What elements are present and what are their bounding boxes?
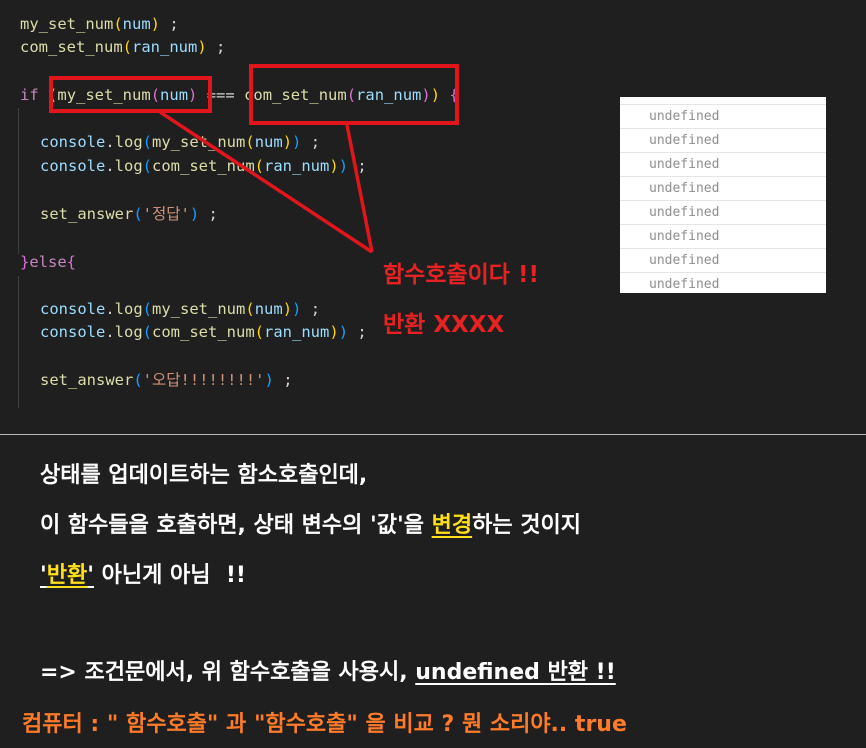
indent-guide — [18, 108, 19, 254]
note-line-3: '반환' 아닌게 아님 !! — [40, 557, 246, 589]
note-text: => 조건문에서, 위 함수호출을 사용시, — [40, 660, 416, 685]
highlight-box-right-call — [249, 64, 459, 125]
indent-guide — [18, 276, 19, 408]
highlight-box-left-call — [49, 76, 212, 113]
code-line-log-4: console.log(com_set_num(ran_num)) ; — [40, 323, 367, 341]
code-line-log-1: console.log(my_set_num(num)) ; — [40, 133, 321, 151]
code-line-log-3: console.log(my_set_num(num)) ; — [40, 300, 321, 318]
section-divider — [0, 434, 866, 435]
note-line-4: => 조건문에서, 위 함수호출을 사용시, undefined 반환 !! — [40, 654, 616, 686]
emphasis-return: 반환 — [46, 563, 88, 588]
emphasis-undefined: undefined 반환 !! — [415, 660, 616, 685]
note-line-1: 상태를 업데이트하는 함소호출인데, — [40, 463, 368, 488]
note-text: 하는 것이지 — [472, 513, 581, 538]
code-line-else: }else{ — [20, 253, 77, 271]
console-row: undefined — [620, 105, 826, 129]
console-output-panel: undefined undefined undefined undefined … — [620, 97, 826, 293]
note-footer: 컴퓨터 : " 함수호출" 과 "함수호출" 을 비교 ? 뭔 소리야.. tr… — [22, 712, 627, 737]
note-text: 아닌게 아님 !! — [93, 563, 246, 588]
console-row: undefined — [620, 225, 826, 249]
console-row: undefined — [620, 129, 826, 153]
note-text: ' — [40, 563, 47, 588]
console-row: undefined — [620, 249, 826, 273]
code-line-set-wrong: set_answer('오답!!!!!!!!') ; — [40, 371, 293, 389]
emphasis-change: 변경 — [431, 513, 473, 538]
console-row: undefined — [620, 177, 826, 201]
note-line-2: 이 함수들을 호출하면, 상태 변수의 '값'을 변경하는 것이지 — [40, 507, 581, 539]
annotation-function-call: 함수호출이다 !! — [383, 262, 539, 288]
code-line-2: com_set_num(ran_num) ; — [20, 38, 226, 56]
code-line-1: my_set_num(num) ; — [20, 15, 179, 33]
note-text: ' — [87, 563, 94, 588]
console-row: undefined — [620, 273, 826, 293]
console-row: undefined — [620, 201, 826, 225]
console-row — [620, 97, 826, 105]
code-line-set-correct: set_answer('정답') ; — [40, 205, 218, 223]
annotation-no-return: 반환 XXXX — [383, 312, 505, 338]
code-line-log-2: console.log(com_set_num(ran_num)) ; — [40, 157, 367, 175]
note-text: 이 함수들을 호출하면, 상태 변수의 '값'을 — [40, 513, 432, 538]
console-row: undefined — [620, 153, 826, 177]
code-editor: my_set_num(num) ; com_set_num(ran_num) ;… — [0, 0, 866, 410]
